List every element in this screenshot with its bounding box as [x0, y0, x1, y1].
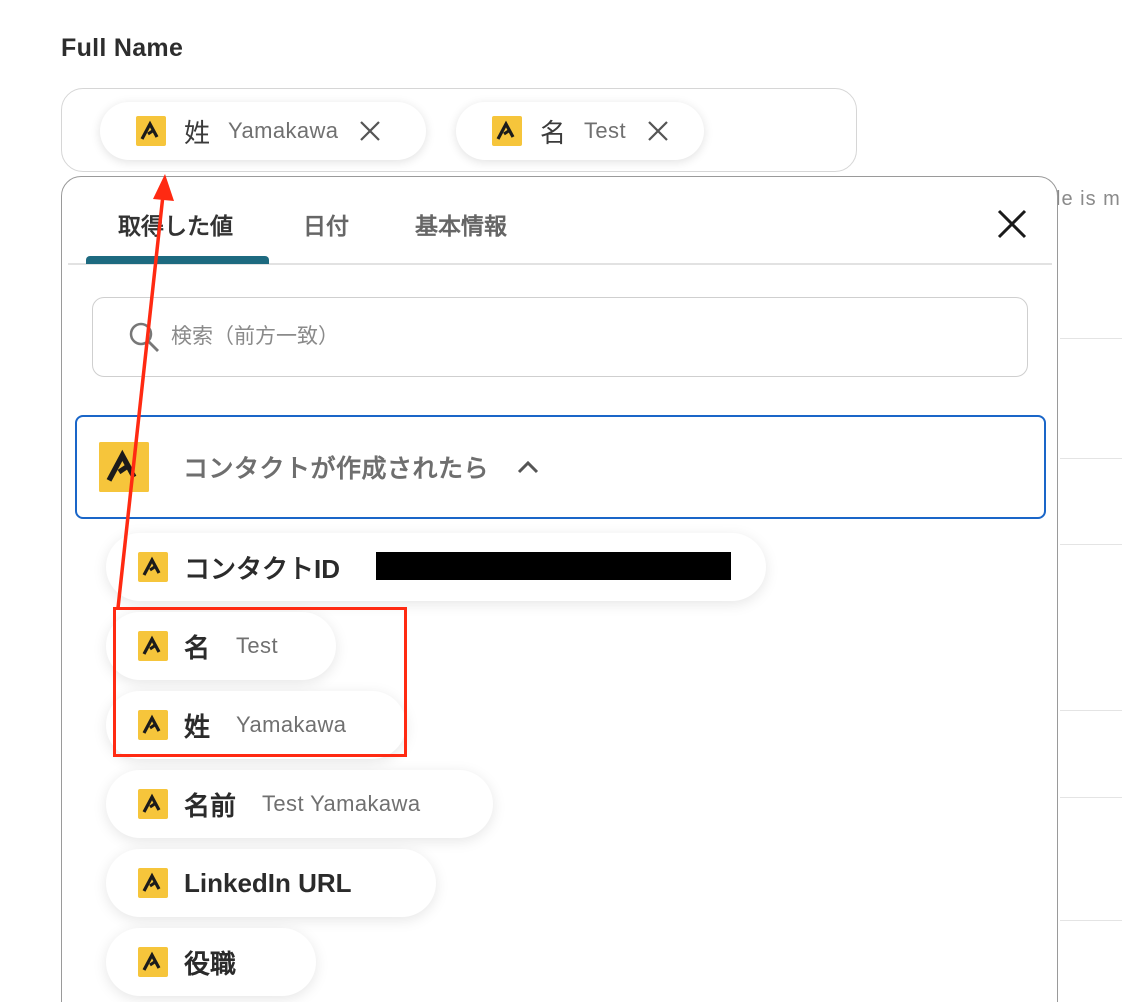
annotation-highlight-box: [113, 607, 407, 757]
remove-icon[interactable]: [646, 119, 670, 143]
variable-item-full-name[interactable]: 名前 Test Yamakawa: [106, 770, 493, 838]
trigger-group-header[interactable]: コンタクトが作成されたら: [75, 415, 1046, 519]
search-field[interactable]: [92, 297, 1028, 377]
chip-name: 名: [540, 117, 567, 148]
app-logo-icon: [138, 552, 168, 582]
item-label: 役職: [184, 948, 237, 979]
item-label: コンタクトID: [184, 553, 341, 584]
background-divider: [1060, 338, 1122, 339]
item-label: 名前: [184, 790, 237, 821]
background-helper-text: le is m: [1056, 188, 1121, 210]
background-divider: [1060, 710, 1122, 711]
tab-date[interactable]: 日付: [303, 207, 349, 241]
variable-item-linkedin-url[interactable]: LinkedIn URL: [106, 849, 436, 917]
chip-name: 姓: [184, 117, 211, 148]
field-label: Full Name: [61, 34, 184, 62]
background-divider: [1060, 458, 1122, 459]
item-label: LinkedIn URL: [184, 867, 352, 898]
app-logo-icon: [138, 789, 168, 819]
background-divider: [1060, 797, 1122, 798]
variable-chip-first-name[interactable]: 名 Test: [456, 102, 704, 160]
search-input[interactable]: [169, 324, 993, 350]
redacted-value: [376, 552, 731, 580]
chip-value: Yamakawa: [228, 118, 339, 143]
app-logo-icon: [492, 116, 522, 146]
remove-icon[interactable]: [358, 119, 382, 143]
form-page: Full Name 姓 Yamakawa 名 Test le is m 取得した…: [0, 0, 1122, 1002]
active-tab-indicator: [86, 256, 269, 264]
group-title: コンタクトが作成されたら: [183, 455, 490, 483]
variable-item-job-title[interactable]: 役職: [106, 928, 316, 996]
tab-basic-info[interactable]: 基本情報: [415, 207, 507, 241]
app-logo-icon: [136, 116, 166, 146]
item-value: Test Yamakawa: [262, 791, 421, 816]
close-icon[interactable]: [995, 207, 1029, 241]
variable-chip-last-name[interactable]: 姓 Yamakawa: [100, 102, 426, 160]
app-logo-icon: [138, 947, 168, 977]
chevron-up-icon[interactable]: [515, 454, 541, 480]
search-icon: [129, 322, 159, 352]
background-divider: [1060, 544, 1122, 545]
tab-retrieved-values[interactable]: 取得した値: [118, 207, 233, 241]
app-logo-icon: [99, 442, 149, 492]
background-divider: [1060, 920, 1122, 921]
chip-value: Test: [584, 118, 626, 143]
app-logo-icon: [138, 868, 168, 898]
